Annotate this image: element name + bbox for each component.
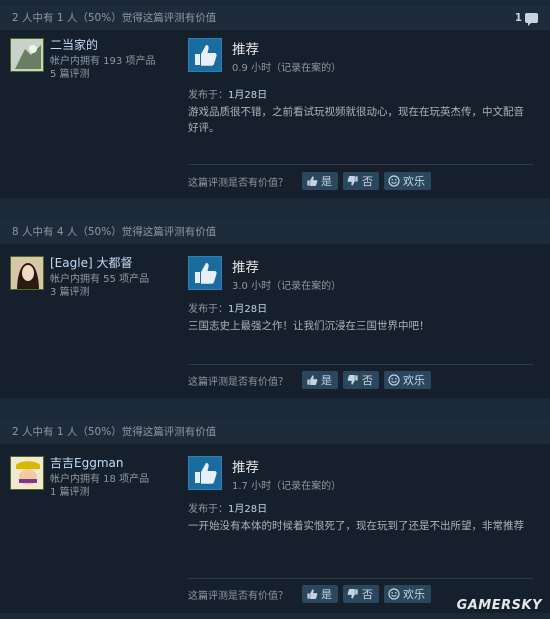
- vote-no-button[interactable]: 否: [343, 585, 379, 603]
- review-text: 游戏品质很不错，之前看试玩视频就很动心，现在在玩英杰传，中文配音好评。: [188, 106, 524, 134]
- author-review-count[interactable]: 1 篇评测: [50, 483, 90, 498]
- posted-date-value: 1月28日: [228, 504, 268, 515]
- author-review-count[interactable]: 3 篇评测: [50, 283, 90, 298]
- thumbs-up-icon: [307, 375, 318, 385]
- author-review-count[interactable]: 5 篇评测: [50, 65, 90, 80]
- author-name[interactable]: [Eagle] 大都督: [50, 254, 132, 271]
- posted-date-value: 1月28日: [228, 90, 268, 101]
- divider: [188, 164, 533, 165]
- posted-label: 发布于：: [188, 90, 228, 101]
- vote-no-label: 否: [362, 588, 373, 601]
- helpful-summary-text: 8 人中有 4 人（50%）觉得这篇评测有价值: [12, 226, 217, 238]
- avatar[interactable]: [10, 38, 44, 72]
- vote-no-label: 否: [362, 374, 373, 387]
- vote-funny-button[interactable]: 欢乐: [384, 585, 431, 603]
- watermark: GAMERSKY: [456, 598, 542, 613]
- thumbs-down-icon: [347, 589, 358, 599]
- helpful-prompt: 这篇评测是否有价值？: [188, 376, 288, 388]
- vote-funny-button[interactable]: 欢乐: [384, 172, 431, 190]
- thumbs-up-icon: [188, 256, 222, 290]
- posted-label: 发布于：: [188, 304, 228, 315]
- vote-no-button[interactable]: 否: [343, 371, 379, 389]
- review-helpful-summary: 2 人中有 1 人（50%）觉得这篇评测有价值 1: [0, 6, 550, 30]
- avatar-image: [11, 457, 43, 489]
- vote-funny-label: 欢乐: [403, 175, 425, 188]
- divider: [188, 578, 533, 579]
- helpful-controls: 这篇评测是否有价值？ 是 否 欢乐: [188, 370, 533, 390]
- helpful-controls: 这篇评测是否有价值？ 是 否 欢乐: [188, 171, 533, 191]
- avatar[interactable]: [10, 256, 44, 290]
- author-name[interactable]: 吉吉Eggman: [50, 454, 123, 471]
- vote-funny-label: 欢乐: [403, 588, 425, 601]
- review-text: 一开始没有本体的时候着实恨死了，现在玩到了还是不出所望，非常推荐: [188, 520, 524, 532]
- thumbs-down-icon: [347, 375, 358, 385]
- thumbs-up-icon: [307, 589, 318, 599]
- posted-date: 发布于：1月28日: [188, 86, 267, 101]
- posted-date: 发布于：1月28日: [188, 500, 267, 515]
- posted-label: 发布于：: [188, 504, 228, 515]
- review-text: 三国志史上最强之作！让我们沉浸在三国世界中吧！: [188, 320, 430, 332]
- comment-icon: [525, 13, 538, 26]
- posted-date: 发布于：1月28日: [188, 300, 267, 315]
- helpful-prompt: 这篇评测是否有价值？: [188, 590, 288, 602]
- avatar-image: [11, 39, 43, 71]
- vote-no-button[interactable]: 否: [343, 172, 379, 190]
- review-card: 8 人中有 4 人（50%）觉得这篇评测有价值 [Eagle] 大都督 帐户内拥…: [0, 220, 550, 398]
- vote-yes-label: 是: [321, 175, 332, 188]
- vote-yes-button[interactable]: 是: [302, 172, 338, 190]
- author-name[interactable]: 二当家的: [50, 36, 98, 53]
- verdict-title: 推荐: [232, 260, 259, 276]
- thumbs-down-icon: [347, 176, 358, 186]
- verdict-title: 推荐: [232, 460, 259, 476]
- vote-funny-button[interactable]: 欢乐: [384, 371, 431, 389]
- vote-yes-button[interactable]: 是: [302, 371, 338, 389]
- posted-date-value: 1月28日: [228, 304, 268, 315]
- helpful-prompt: 这篇评测是否有价值？: [188, 177, 288, 189]
- vote-yes-label: 是: [321, 374, 332, 387]
- thumbs-up-icon: [307, 176, 318, 186]
- review-helpful-summary: 8 人中有 4 人（50%）觉得这篇评测有价值: [0, 220, 550, 244]
- smiley-icon: [388, 588, 400, 600]
- smiley-icon: [388, 175, 400, 187]
- verdict-title: 推荐: [232, 42, 259, 58]
- avatar-image: [11, 257, 43, 289]
- comment-count-value: 1: [514, 12, 522, 24]
- vote-yes-label: 是: [321, 588, 332, 601]
- vote-yes-button[interactable]: 是: [302, 585, 338, 603]
- smiley-icon: [388, 374, 400, 386]
- divider: [188, 364, 533, 365]
- thumbs-up-icon: [188, 456, 222, 490]
- review-card: 2 人中有 1 人（50%）觉得这篇评测有价值 1 二当家的 帐户内拥有 193…: [0, 6, 550, 198]
- helpful-summary-text: 2 人中有 1 人（50%）觉得这篇评测有价值: [12, 12, 217, 24]
- vote-no-label: 否: [362, 175, 373, 188]
- thumbs-up-icon: [188, 38, 222, 72]
- hours-played: 3.0 小时（记录在案的）: [232, 281, 342, 292]
- review-helpful-summary: 2 人中有 1 人（50%）觉得这篇评测有价值: [0, 420, 550, 444]
- review-card: 2 人中有 1 人（50%）觉得这篇评测有价值 吉吉Eggman 帐户内拥有 1…: [0, 420, 550, 613]
- comment-count[interactable]: 1: [515, 6, 538, 30]
- avatar[interactable]: [10, 456, 44, 490]
- helpful-summary-text: 2 人中有 1 人（50%）觉得这篇评测有价值: [12, 426, 217, 438]
- hours-played: 1.7 小时（记录在案的）: [232, 481, 342, 492]
- hours-played: 0.9 小时（记录在案的）: [232, 63, 342, 74]
- vote-funny-label: 欢乐: [403, 374, 425, 387]
